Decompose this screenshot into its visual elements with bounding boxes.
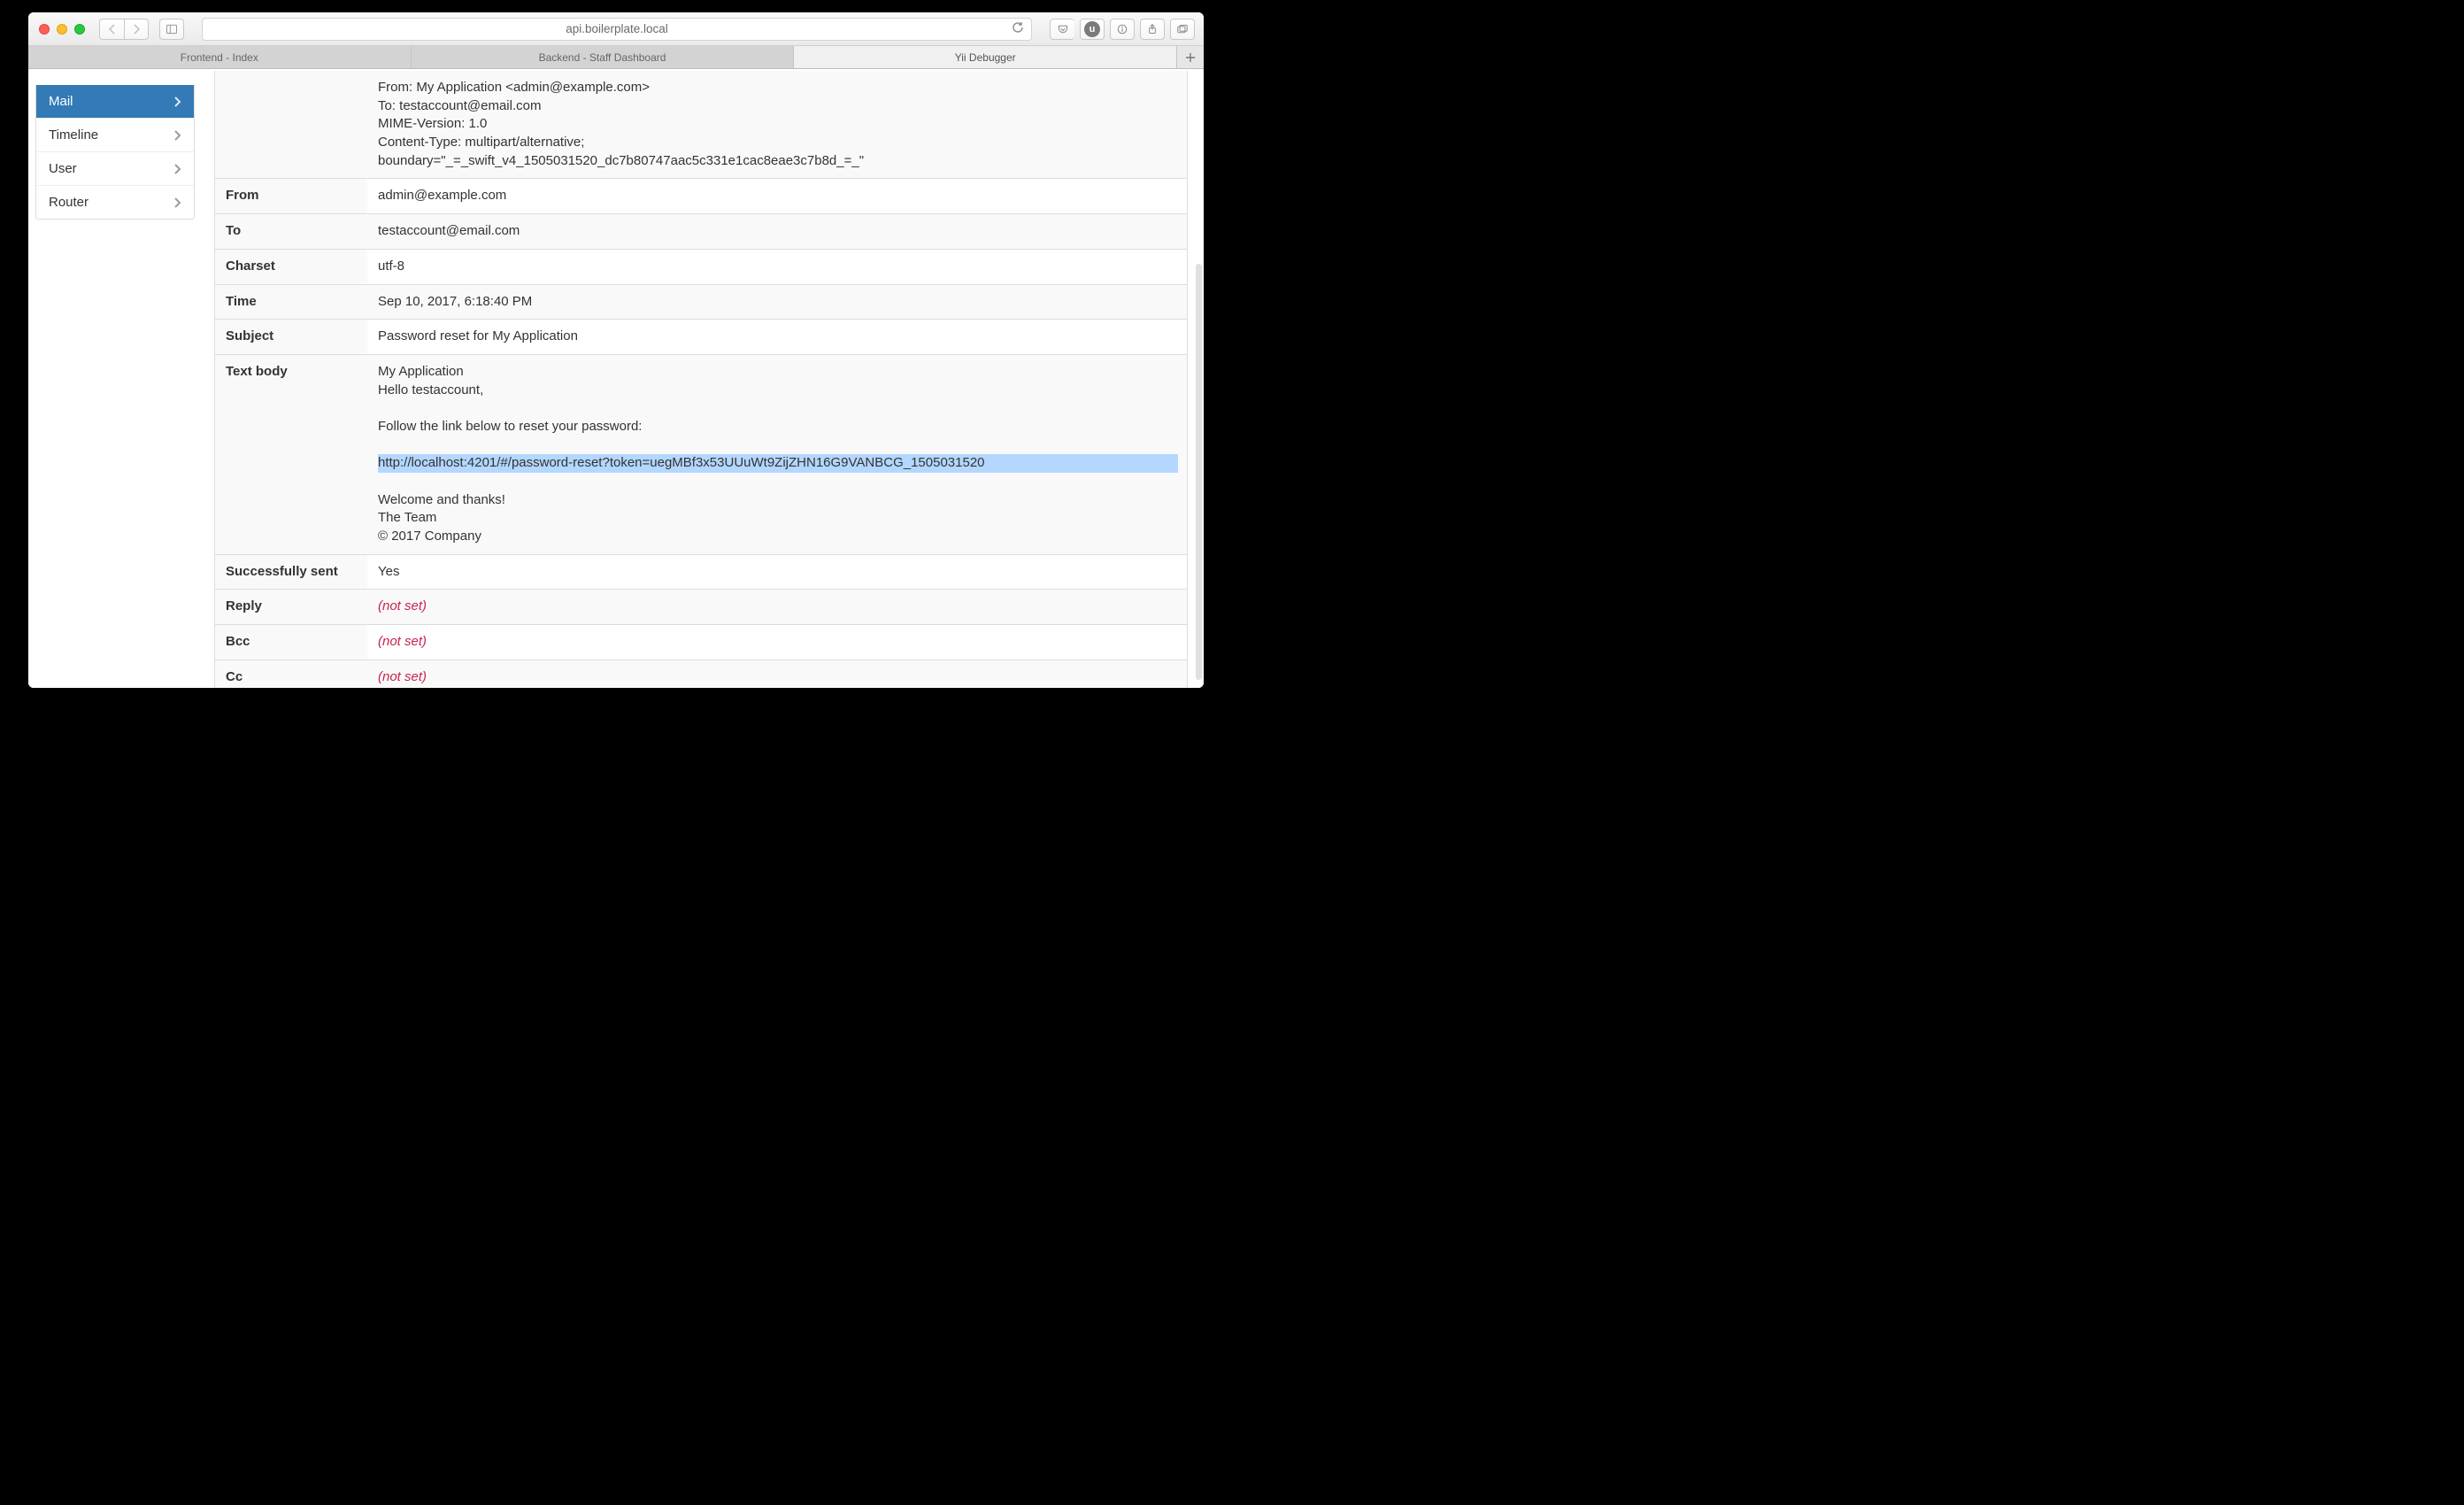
tab-frontend[interactable]: Frontend - Index [28,46,412,68]
pocket-button[interactable] [1050,19,1074,40]
chevron-right-icon [174,130,181,141]
ublock-button[interactable]: u [1080,19,1105,40]
page-scroll[interactable]: Mail Timeline User Router [28,69,1204,688]
from-label: From [215,179,367,214]
from-value: admin@example.com [367,179,1187,214]
share-button[interactable] [1140,19,1165,40]
successfully-sent-value: Yes [367,554,1187,590]
forward-button[interactable] [124,19,149,40]
row-successfully-sent: Successfully sent Yes [215,554,1187,590]
sidebar-item-timeline[interactable]: Timeline [36,119,194,152]
debug-sidebar: Mail Timeline User Router [35,85,195,220]
address-bar-url: api.boilerplate.local [566,22,668,35]
to-value: testaccount@email.com [367,214,1187,250]
charset-label: Charset [215,249,367,284]
mail-detail-table: From: My Application <admin@example.com>… [215,71,1187,688]
cc-value: (not set) [367,660,1187,688]
sidebar-item-label: Mail [49,94,73,109]
row-bcc: Bcc (not set) [215,625,1187,660]
chevron-right-icon [174,164,181,174]
row-text-body: Text body My Application Hello testaccou… [215,354,1187,554]
chevron-right-icon [174,96,181,107]
sidebar-toggle-button[interactable] [159,19,184,40]
row-from: From admin@example.com [215,179,1187,214]
row-subject: Subject Password reset for My Applicatio… [215,320,1187,355]
row-to: To testaccount@email.com [215,214,1187,250]
sidebar-item-label: User [49,161,77,176]
successfully-sent-label: Successfully sent [215,554,367,590]
time-value: Sep 10, 2017, 6:18:40 PM [367,284,1187,320]
tab-debugger[interactable]: Yii Debugger [794,46,1177,68]
tab-backend[interactable]: Backend - Staff Dashboard [412,46,795,68]
row-time: Time Sep 10, 2017, 6:18:40 PM [215,284,1187,320]
headers-label [215,71,367,179]
reload-icon[interactable] [1012,21,1024,36]
cc-label: Cc [215,660,367,688]
sidebar-item-user[interactable]: User [36,152,194,186]
bcc-label: Bcc [215,625,367,660]
sidebar-item-router[interactable]: Router [36,186,194,219]
ublock-icon: u [1084,21,1100,37]
row-charset: Charset utf-8 [215,249,1187,284]
headers-value: From: My Application <admin@example.com>… [367,71,1187,179]
text-body-label: Text body [215,354,367,554]
row-reply: Reply (not set) [215,590,1187,625]
address-bar[interactable]: api.boilerplate.local [202,18,1032,41]
new-tab-button[interactable] [1177,46,1204,68]
reply-value: (not set) [367,590,1187,625]
row-headers: From: My Application <admin@example.com>… [215,71,1187,179]
reset-link-highlight[interactable]: http://localhost:4201/#/password-reset?t… [378,454,1178,473]
back-button[interactable] [99,19,124,40]
toolbar-right: u [1050,19,1195,40]
nav-button-group [99,19,149,40]
scrollbar-thumb[interactable] [1196,264,1202,680]
minimize-window-button[interactable] [57,24,67,35]
sidebar-item-label: Timeline [49,127,98,143]
tab-strip: Frontend - Index Backend - Staff Dashboa… [28,46,1204,69]
sidebar-item-label: Router [49,195,89,210]
browser-window: api.boilerplate.local u Frontend [28,12,1204,688]
time-label: Time [215,284,367,320]
fullscreen-window-button[interactable] [74,24,85,35]
chevron-right-icon [174,197,181,208]
sidebar-item-mail[interactable]: Mail [36,85,194,119]
tabs-overview-button[interactable] [1170,19,1195,40]
mail-detail-panel: From: My Application <admin@example.com>… [214,71,1188,688]
reply-label: Reply [215,590,367,625]
subject-label: Subject [215,320,367,355]
close-window-button[interactable] [39,24,50,35]
subject-value: Password reset for My Application [367,320,1187,355]
bcc-value: (not set) [367,625,1187,660]
to-label: To [215,214,367,250]
title-bar: api.boilerplate.local u [28,12,1204,46]
page-viewport: Mail Timeline User Router [28,69,1204,688]
window-controls [39,24,85,35]
charset-value: utf-8 [367,249,1187,284]
row-cc: Cc (not set) [215,660,1187,688]
text-body-value: My Application Hello testaccount, Follow… [367,354,1187,554]
info-button[interactable] [1110,19,1135,40]
